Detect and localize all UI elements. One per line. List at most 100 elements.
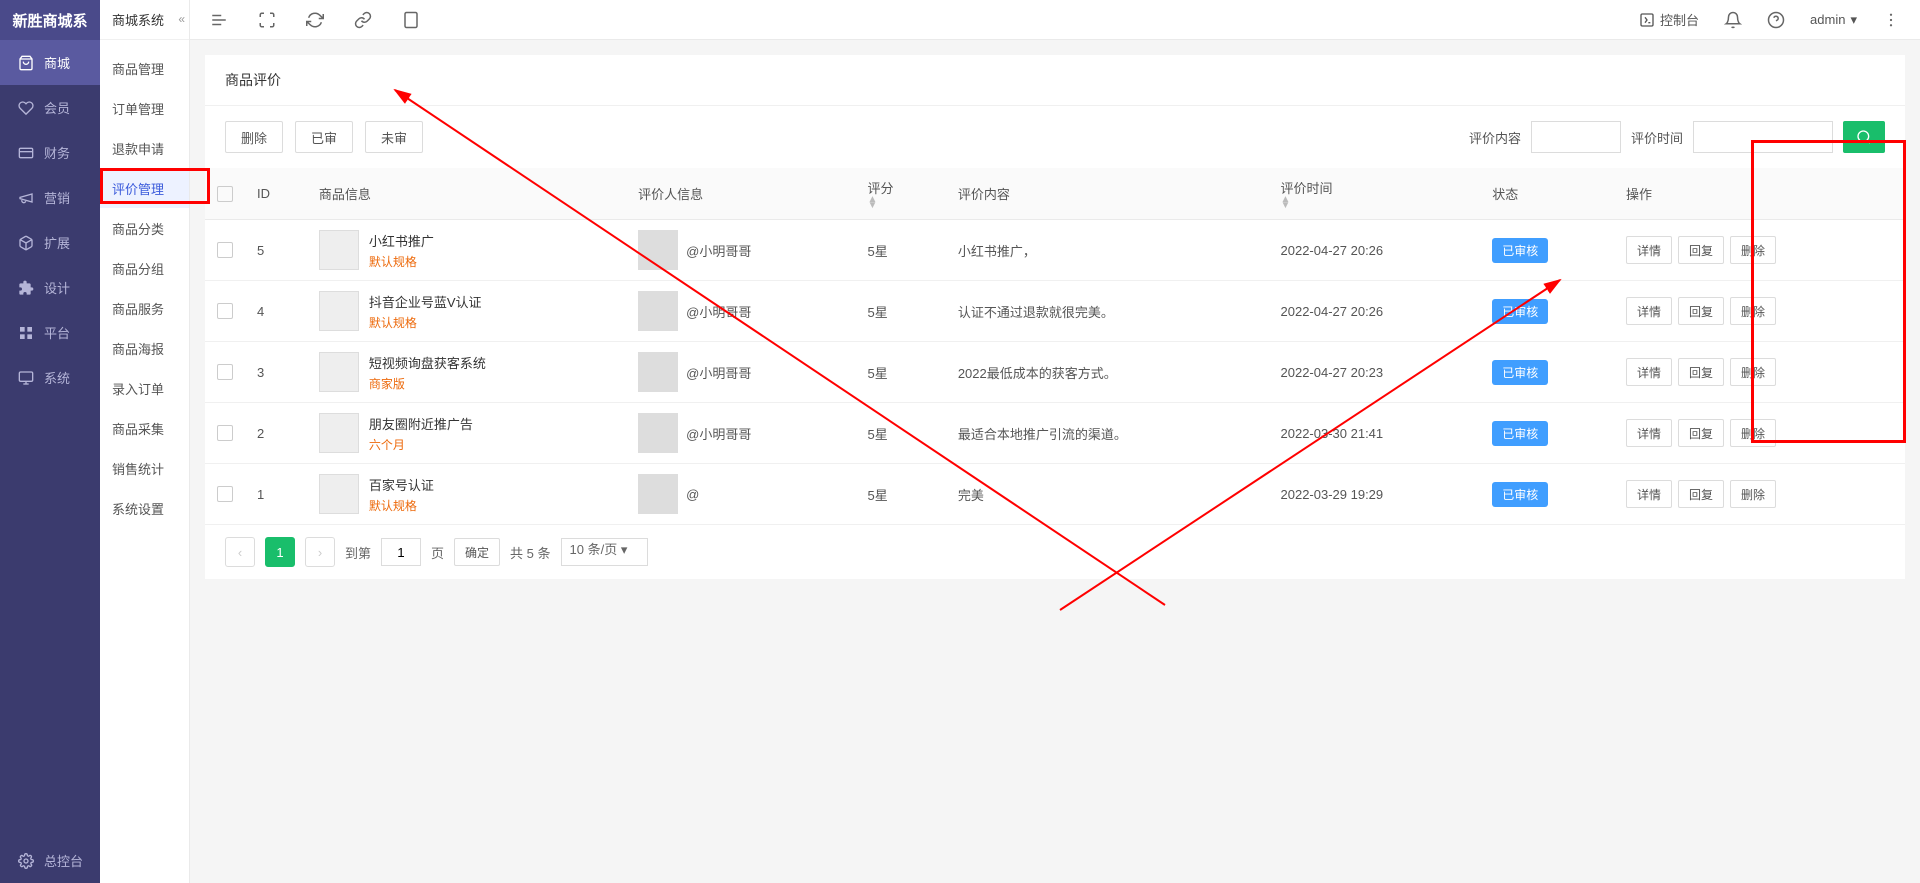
page-label: 页 <box>431 543 444 562</box>
nav-bottom-console[interactable]: 总控台 <box>0 838 100 883</box>
search-icon <box>1856 129 1872 145</box>
action-回复-button[interactable]: 回复 <box>1678 236 1724 264</box>
fullscreen-icon[interactable] <box>258 11 276 29</box>
review-time: 2022-04-27 20:26 <box>1269 220 1481 281</box>
reviewer-name: @小明哥哥 <box>686 241 751 260</box>
table-header[interactable]: 评价时间▲▼ <box>1269 168 1481 220</box>
filter-content-input[interactable] <box>1531 121 1621 153</box>
product-name: 短视频询盘获客系统 <box>369 353 486 372</box>
sub-nav-item[interactable]: 系统设置 <box>100 488 189 528</box>
sub-nav-item[interactable]: 商品海报 <box>100 328 189 368</box>
tablet-icon[interactable] <box>402 11 420 29</box>
product-thumb <box>319 352 359 392</box>
action-详情-button[interactable]: 详情 <box>1626 297 1672 325</box>
next-page-button[interactable]: › <box>305 537 335 567</box>
megaphone-icon <box>18 190 34 206</box>
user-menu[interactable]: admin ▾ <box>1810 12 1857 28</box>
review-time: 2022-04-27 20:23 <box>1269 342 1481 403</box>
goto-confirm-button[interactable]: 确定 <box>454 538 500 566</box>
filter-time-input[interactable] <box>1693 121 1833 153</box>
bell-icon[interactable] <box>1724 11 1742 29</box>
sub-nav-item[interactable]: 评价管理 <box>100 168 189 208</box>
nav-item-label: 系统 <box>44 368 70 387</box>
nav-item-grid[interactable]: 平台 <box>0 310 100 355</box>
review-time: 2022-04-27 20:26 <box>1269 281 1481 342</box>
row-id: 4 <box>245 281 307 342</box>
row-checkbox[interactable] <box>217 486 233 502</box>
sub-nav-item[interactable]: 销售统计 <box>100 448 189 488</box>
nav-item-monitor[interactable]: 系统 <box>0 355 100 400</box>
table-header[interactable]: 评分▲▼ <box>856 168 946 220</box>
nav-item-heart[interactable]: 会员 <box>0 85 100 130</box>
link-icon[interactable] <box>354 11 372 29</box>
menu-toggle-icon[interactable] <box>210 11 228 29</box>
action-回复-button[interactable]: 回复 <box>1678 358 1724 386</box>
prev-page-button[interactable]: ‹ <box>225 537 255 567</box>
sub-nav-item[interactable]: 商品管理 <box>100 48 189 88</box>
row-checkbox[interactable] <box>217 303 233 319</box>
more-icon[interactable] <box>1882 11 1900 29</box>
sub-nav-item[interactable]: 录入订单 <box>100 368 189 408</box>
sub-nav-item[interactable]: 商品采集 <box>100 408 189 448</box>
chevron-down-icon: ▾ <box>1850 12 1857 28</box>
sub-nav-item[interactable]: 订单管理 <box>100 88 189 128</box>
page-size-select[interactable]: 10 条/页 ▾ <box>561 538 649 566</box>
sub-sidebar: 商城系统 « 商品管理订单管理退款申请评价管理商品分类商品分组商品服务商品海报录… <box>100 0 190 883</box>
sub-nav-item[interactable]: 商品分组 <box>100 248 189 288</box>
action-删除-button[interactable]: 删除 <box>1730 358 1776 386</box>
action-删除-button[interactable]: 删除 <box>1730 297 1776 325</box>
row-id: 5 <box>245 220 307 281</box>
approved-button[interactable]: 已审 <box>295 121 353 153</box>
collapse-icon[interactable]: « <box>178 12 185 26</box>
page-1-button[interactable]: 1 <box>265 537 295 567</box>
action-详情-button[interactable]: 详情 <box>1626 419 1672 447</box>
table-header: 商品信息 <box>307 168 626 220</box>
main-area: 控制台 admin ▾ 商品评价 <box>190 0 1920 883</box>
table-header: 操作 <box>1614 168 1905 220</box>
rating: 5星 <box>856 281 946 342</box>
avatar <box>638 230 678 270</box>
sub-nav-item[interactable]: 商品服务 <box>100 288 189 328</box>
goto-page-input[interactable] <box>381 538 421 566</box>
action-删除-button[interactable]: 删除 <box>1730 480 1776 508</box>
reviewer-name: @ <box>686 487 699 502</box>
table-row: 5小红书推广默认规格@小明哥哥5星小红书推广，2022-04-27 20:26已… <box>205 220 1905 281</box>
row-id: 1 <box>245 464 307 525</box>
row-checkbox[interactable] <box>217 425 233 441</box>
review-content: 认证不通过退款就很完美。 <box>946 281 1269 342</box>
sub-sidebar-title: 商城系统 « <box>100 0 189 40</box>
action-回复-button[interactable]: 回复 <box>1678 480 1724 508</box>
nav-item-shopping-bag[interactable]: 商城 <box>0 40 100 85</box>
action-回复-button[interactable]: 回复 <box>1678 297 1724 325</box>
sub-nav-item[interactable]: 退款申请 <box>100 128 189 168</box>
action-详情-button[interactable]: 详情 <box>1626 358 1672 386</box>
select-all-checkbox[interactable] <box>217 186 233 202</box>
unapproved-button[interactable]: 未审 <box>365 121 423 153</box>
row-checkbox[interactable] <box>217 242 233 258</box>
delete-button[interactable]: 删除 <box>225 121 283 153</box>
table-row: 2朋友圈附近推广告六个月@小明哥哥5星最适合本地推广引流的渠道。2022-03-… <box>205 403 1905 464</box>
console-button[interactable]: 控制台 <box>1639 10 1699 29</box>
logo: 新胜商城系 <box>0 0 100 40</box>
grid-icon <box>18 325 34 341</box>
nav-item-label: 财务 <box>44 143 70 162</box>
nav-item-megaphone[interactable]: 营销 <box>0 175 100 220</box>
search-button[interactable] <box>1843 121 1885 153</box>
product-name: 抖音企业号蓝V认证 <box>369 292 482 311</box>
help-icon[interactable] <box>1767 11 1785 29</box>
refresh-icon[interactable] <box>306 11 324 29</box>
action-删除-button[interactable]: 删除 <box>1730 236 1776 264</box>
action-删除-button[interactable]: 删除 <box>1730 419 1776 447</box>
sub-nav-item[interactable]: 商品分类 <box>100 208 189 248</box>
action-详情-button[interactable]: 详情 <box>1626 236 1672 264</box>
action-回复-button[interactable]: 回复 <box>1678 419 1724 447</box>
gear-icon <box>18 853 34 869</box>
row-checkbox[interactable] <box>217 364 233 380</box>
action-详情-button[interactable]: 详情 <box>1626 480 1672 508</box>
nav-item-wallet[interactable]: 财务 <box>0 130 100 175</box>
sort-icon: ▲▼ <box>1281 197 1469 209</box>
table-header <box>205 168 245 220</box>
status-badge: 已审核 <box>1492 482 1548 507</box>
nav-item-box[interactable]: 扩展 <box>0 220 100 265</box>
nav-item-puzzle[interactable]: 设计 <box>0 265 100 310</box>
